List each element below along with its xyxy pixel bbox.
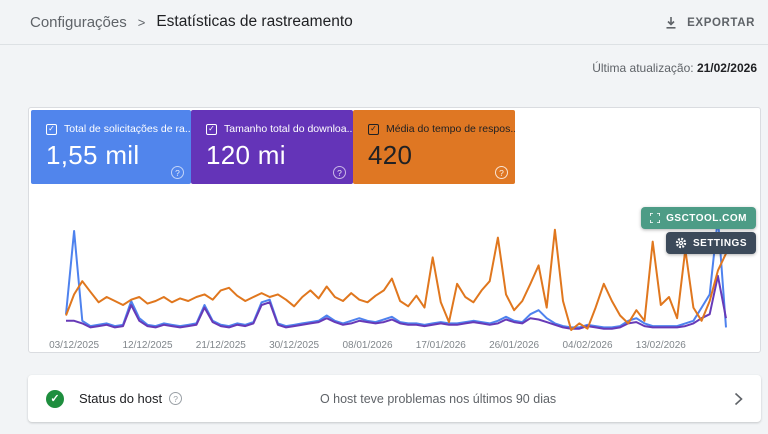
help-icon[interactable]: ? [495,166,508,179]
card-value: 120 mi [206,140,353,171]
x-tick-label: 21/12/2025 [196,340,246,351]
breadcrumb-separator-icon: > [138,15,146,30]
badge-label: GSCTOOL.COM [666,213,747,224]
card-value: 1,55 mil [46,140,191,171]
help-icon[interactable]: ? [333,166,346,179]
card-value: 420 [368,140,515,171]
checkbox-checked-icon[interactable]: ✓ [368,124,379,135]
export-button[interactable]: EXPORTAR [664,0,755,45]
top-bar: Configurações > Estatísticas de rastream… [0,0,768,45]
last-update-label: Última atualização: [592,61,693,75]
settings-extension-badge[interactable]: SETTINGS [666,232,756,254]
badge-label: SETTINGS [693,238,747,249]
last-update-date: 21/02/2026 [697,61,757,75]
x-tick-label: 08/01/2026 [342,340,392,351]
host-status-message: O host teve problemas nos últimos 90 dia… [182,392,734,406]
crawl-chart-svg [66,196,726,336]
export-button-label: EXPORTAR [687,17,755,29]
card-label: Total de solicitações de ra... [64,123,191,135]
gsctool-extension-badge[interactable]: GSCTOOL.COM [641,207,756,229]
host-status-label: Status do host [79,391,162,406]
x-tick-label: 26/01/2026 [489,340,539,351]
chart-line [66,230,726,330]
x-tick-label: 13/02/2026 [636,340,686,351]
help-icon[interactable]: ? [169,392,182,405]
checkbox-checked-icon[interactable]: ✓ [46,124,57,135]
page-title: Estatísticas de rastreamento [156,13,352,31]
gear-icon [675,237,687,249]
crawl-stats-panel: ✓ Total de solicitações de ra... 1,55 mi… [28,107,761,353]
x-axis-ticks: 03/12/202512/12/202521/12/202530/12/2025… [66,340,726,352]
x-tick-label: 04/02/2026 [562,340,612,351]
x-tick-label: 12/12/2025 [122,340,172,351]
last-update-text: Última atualização: 21/02/2026 [592,61,757,75]
breadcrumb-settings-link[interactable]: Configurações [30,14,127,31]
checkbox-checked-icon[interactable]: ✓ [206,124,217,135]
host-status-row[interactable]: ✓ Status do host ? O host teve problemas… [28,375,761,422]
card-label: Média do tempo de respos... [386,123,515,135]
card-avg-response-time[interactable]: ✓ Média do tempo de respos... 420 ? [353,110,515,184]
metric-cards-row: ✓ Total de solicitações de ra... 1,55 mi… [31,110,515,184]
x-tick-label: 30/12/2025 [269,340,319,351]
chevron-right-icon[interactable] [734,392,743,406]
card-total-requests[interactable]: ✓ Total de solicitações de ra... 1,55 mi… [31,110,191,184]
help-icon[interactable]: ? [171,166,184,179]
x-tick-label: 03/12/2025 [49,340,99,351]
card-label: Tamanho total do downloa... [224,123,353,135]
status-ok-check-icon: ✓ [46,390,64,408]
chart-line [66,218,726,328]
x-tick-label: 17/01/2026 [416,340,466,351]
expand-icon [650,213,660,223]
breadcrumb: Configurações > Estatísticas de rastream… [30,13,353,31]
crawl-requests-chart [66,196,726,336]
download-icon [664,16,678,30]
card-total-download-size[interactable]: ✓ Tamanho total do downloa... 120 mi ? [191,110,353,184]
